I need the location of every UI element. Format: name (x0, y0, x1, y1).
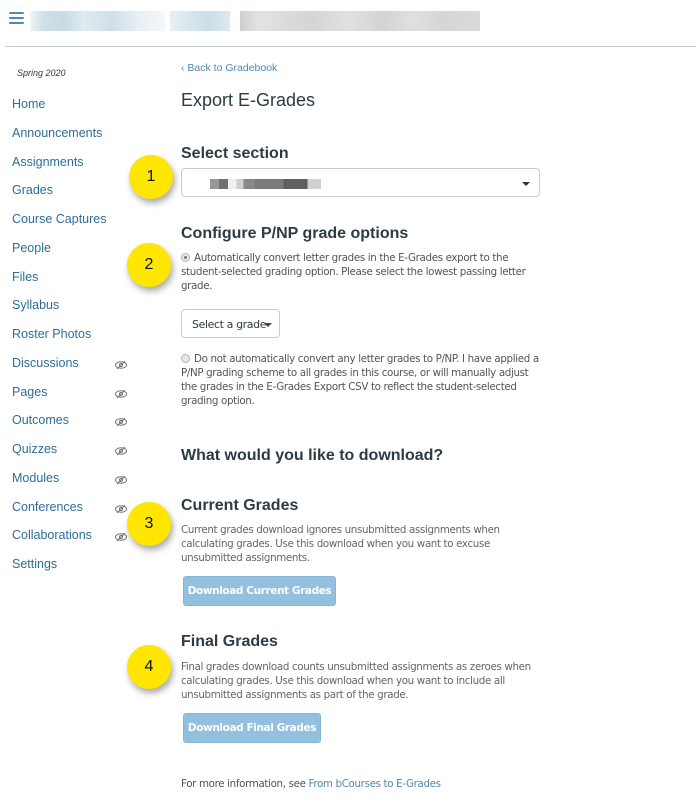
eye-slash-icon (114, 529, 128, 542)
eye-slash-icon (114, 414, 128, 427)
current-grades-heading: Current Grades (181, 497, 299, 514)
sidebar-item-assignments[interactable]: Assignments (12, 155, 84, 169)
radio-no-convert[interactable] (181, 354, 190, 363)
sidebar-item-settings[interactable]: Settings (12, 557, 57, 571)
eye-slash-icon (114, 501, 128, 513)
download-current-grades-button[interactable]: Download Current Grades (183, 576, 336, 606)
sidebar-item-people[interactable]: People (12, 241, 51, 255)
eye-slash-icon (114, 443, 128, 456)
breadcrumb-course-redacted[interactable] (30, 11, 165, 31)
section-value-redacted (210, 179, 321, 189)
sidebar-item-files[interactable]: Files (12, 270, 38, 284)
egrades-help-link[interactable]: From bCourses to E-Grades (309, 778, 441, 790)
top-bar (0, 0, 696, 48)
sidebar-item-discussions[interactable]: Discussions (12, 356, 79, 370)
download-final-grades-button[interactable]: Download Final Grades (183, 713, 321, 743)
hamburger-icon[interactable] (9, 12, 24, 26)
pnp-option-manual[interactable]: Do not automatically convert any letter … (181, 352, 541, 408)
pnp-heading: Configure P/NP grade options (181, 225, 409, 242)
eye-slash-icon (114, 357, 128, 370)
back-to-gradebook-link[interactable]: ‹ Back to Gradebook (181, 62, 277, 74)
page-title: Export E-Grades (181, 90, 316, 110)
download-heading: What would you like to download? (181, 447, 444, 464)
term-label: Spring 2020 (17, 68, 66, 78)
annotation-badge-1: 1 (129, 155, 173, 199)
breadcrumb-page-redacted (240, 11, 480, 31)
annotation-badge-4: 4 (127, 645, 171, 689)
sidebar-item-outcomes[interactable]: Outcomes (12, 413, 69, 427)
final-grades-description: Final grades download counts unsubmitted… (181, 661, 531, 701)
chevron-down-icon (264, 323, 272, 327)
grade-select-label: Select a grade (192, 318, 267, 331)
footer-note: For more information, see From bCourses … (181, 778, 441, 790)
chevron-down-icon (522, 182, 530, 186)
pnp-option-manual-label: Do not automatically convert any letter … (181, 353, 539, 407)
breadcrumb-section-redacted[interactable] (170, 11, 230, 31)
annotation-badge-3: 3 (127, 502, 171, 546)
select-section-heading: Select section (181, 145, 289, 162)
sidebar-item-syllabus[interactable]: Syllabus (12, 298, 59, 312)
pnp-option-auto-label: Automatically convert letter grades in t… (181, 252, 526, 292)
sidebar-item-announcements[interactable]: Announcements (12, 126, 102, 140)
sidebar-item-conferences[interactable]: Conferences (12, 500, 83, 514)
current-grades-description: Current grades download ignores unsubmit… (181, 524, 500, 564)
divider (5, 46, 696, 47)
annotation-badge-2: 2 (127, 243, 171, 287)
pnp-option-auto[interactable]: Automatically convert letter grades in t… (181, 251, 541, 293)
section-select[interactable] (181, 168, 540, 197)
final-grades-heading: Final Grades (181, 633, 278, 650)
sidebar-item-grades[interactable]: Grades (12, 183, 53, 197)
sidebar-item-collaborations[interactable]: Collaborations (12, 528, 92, 542)
lowest-passing-grade-select[interactable]: Select a grade (181, 309, 280, 338)
sidebar-item-roster-photos[interactable]: Roster Photos (12, 327, 91, 341)
radio-auto-convert[interactable] (181, 253, 190, 262)
sidebar-item-modules[interactable]: Modules (12, 471, 59, 485)
sidebar-item-pages[interactable]: Pages (12, 385, 47, 399)
eye-slash-icon (114, 472, 128, 485)
eye-slash-icon (114, 386, 128, 398)
sidebar-item-course-captures[interactable]: Course Captures (12, 212, 107, 226)
sidebar-item-home[interactable]: Home (12, 97, 45, 111)
footer-prefix: For more information, see (181, 778, 309, 790)
sidebar-item-quizzes[interactable]: Quizzes (12, 442, 57, 456)
